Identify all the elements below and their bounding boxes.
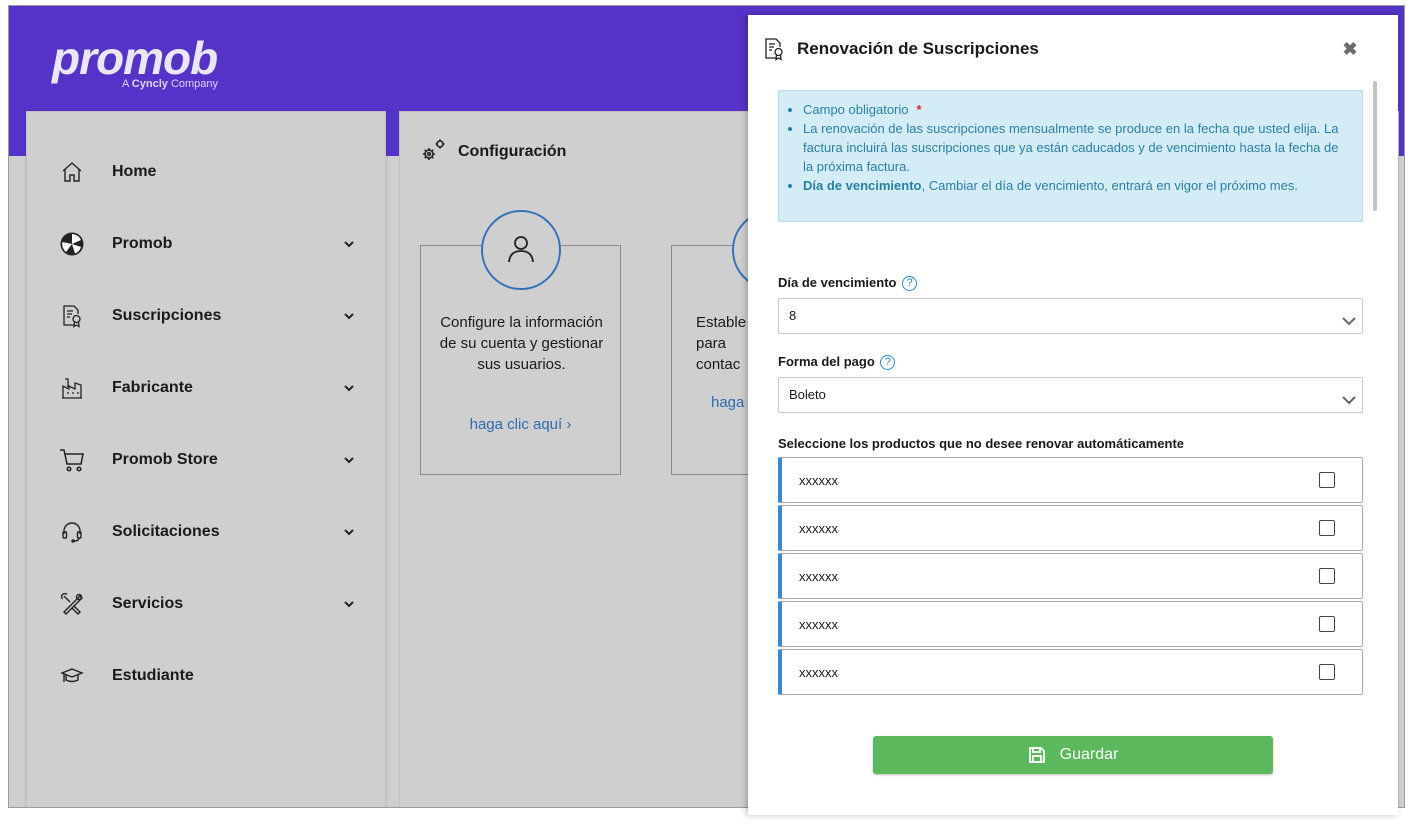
sidebar-item-fabricante[interactable]: Fabricante [27, 368, 385, 408]
product-name: xxxxxx [799, 665, 838, 680]
sidebar-item-suscripciones[interactable]: Suscripciones [27, 296, 385, 336]
modal-body: Campo obligatorio* La renovación de las … [748, 81, 1380, 695]
promob-logo[interactable]: promob A Cyncly Company [52, 32, 218, 90]
products-label: Seleccione los productos que no desee re… [778, 436, 1185, 451]
sidebar-item-promob[interactable]: Promob [27, 224, 385, 264]
sidebar-item-label: Home [112, 163, 157, 180]
payment-method-select[interactable]: Boleto [778, 377, 1363, 413]
info-renewal-text: La renovación de las suscripciones mensu… [803, 119, 1343, 176]
chevron-down-icon [341, 236, 357, 252]
product-checkbox[interactable] [1319, 472, 1335, 488]
close-icon[interactable]: ✖ [1340, 39, 1360, 59]
card-description: Configure la información de su cuenta y … [439, 314, 604, 373]
sidebar-item-promob-store[interactable]: Promob Store [27, 440, 385, 480]
tools-icon [59, 591, 85, 617]
logo-tagline: A Cyncly Company [122, 78, 219, 90]
chevron-down-icon [1341, 387, 1357, 405]
modal-scrollbar-thumb[interactable] [1373, 81, 1377, 211]
product-checkbox[interactable] [1319, 616, 1335, 632]
product-row[interactable]: xxxxxx [778, 649, 1363, 695]
chevron-down-icon [1341, 308, 1357, 326]
chevron-down-icon [341, 308, 357, 324]
page-title: Configuración [458, 143, 567, 160]
sidebar-item-label: Servicios [112, 595, 184, 612]
sidebar-item-servicios[interactable]: Servicios [27, 584, 385, 624]
headset-icon [59, 519, 85, 545]
sidebar-item-label: Promob Store [112, 451, 218, 468]
required-mark: * [916, 102, 922, 117]
graduation-cap-icon [59, 663, 85, 689]
product-row[interactable]: xxxxxx [778, 505, 1363, 551]
save-icon [1028, 746, 1046, 764]
sidebar-item-label: Suscripciones [112, 307, 222, 324]
payment-method-label: Forma del pago ? [778, 354, 896, 370]
save-button-label: Guardar [1059, 746, 1119, 763]
product-checkbox[interactable] [1319, 568, 1335, 584]
product-checkbox[interactable] [1319, 520, 1335, 536]
card-icon-circle [481, 210, 561, 290]
sidebar-item-estudiante[interactable]: Estudiante [27, 656, 385, 696]
due-day-select[interactable]: 8 [778, 298, 1363, 334]
sidebar-item-label: Fabricante [112, 379, 193, 396]
chevron-right-icon: › [566, 416, 572, 433]
subscription-document-icon [59, 303, 85, 329]
chevron-down-icon [341, 380, 357, 396]
sidebar-item-label: Promob [112, 235, 173, 252]
due-day-label: Día de vencimiento ? [778, 275, 918, 291]
sidebar-item-solicitaciones[interactable]: Solicitaciones [27, 512, 385, 552]
info-required-item: Campo obligatorio* [803, 100, 1343, 119]
factory-icon [59, 375, 85, 401]
info-due-day-text: Día de vencimiento, Cambiar el día de ve… [803, 176, 1343, 195]
product-name: xxxxxx [799, 617, 838, 632]
home-icon [59, 159, 85, 185]
subscription-renewal-modal: Renovación de Suscripciones ✖ Campo obli… [748, 15, 1398, 815]
help-icon[interactable]: ? [902, 276, 918, 291]
chevron-down-icon [341, 452, 357, 468]
user-icon [504, 231, 538, 270]
info-alert: Campo obligatorio* La renovación de las … [778, 90, 1363, 222]
product-name: xxxxxx [799, 569, 838, 584]
logo-wordmark: promob [52, 32, 218, 84]
card-link[interactable]: haga clic aquí › [421, 416, 620, 433]
sidebar: Home Promob Suscripciones Fabricante Pro… [26, 111, 386, 807]
product-row[interactable]: xxxxxx [778, 601, 1363, 647]
shopping-cart-icon [59, 447, 85, 473]
product-checkbox[interactable] [1319, 664, 1335, 680]
gears-icon [420, 136, 448, 164]
promob-logo-icon [59, 231, 85, 257]
product-name: xxxxxx [799, 473, 838, 488]
help-icon[interactable]: ? [880, 355, 896, 370]
save-button[interactable]: Guardar [873, 736, 1273, 774]
modal-scrollbar[interactable] [1373, 81, 1379, 695]
modal-title: Renovación de Suscripciones [797, 39, 1039, 58]
sidebar-item-label: Estudiante [112, 667, 194, 684]
chevron-down-icon [341, 524, 357, 540]
account-config-card: Configure la información de su cuenta y … [420, 210, 621, 475]
product-row[interactable]: xxxxxx [778, 553, 1363, 599]
product-name: xxxxxx [799, 521, 838, 536]
sidebar-item-label: Solicitaciones [112, 523, 220, 540]
product-row[interactable]: xxxxxx [778, 457, 1363, 503]
subscription-document-icon [762, 37, 786, 61]
sidebar-item-home[interactable]: Home [27, 152, 385, 192]
chevron-down-icon [341, 596, 357, 612]
